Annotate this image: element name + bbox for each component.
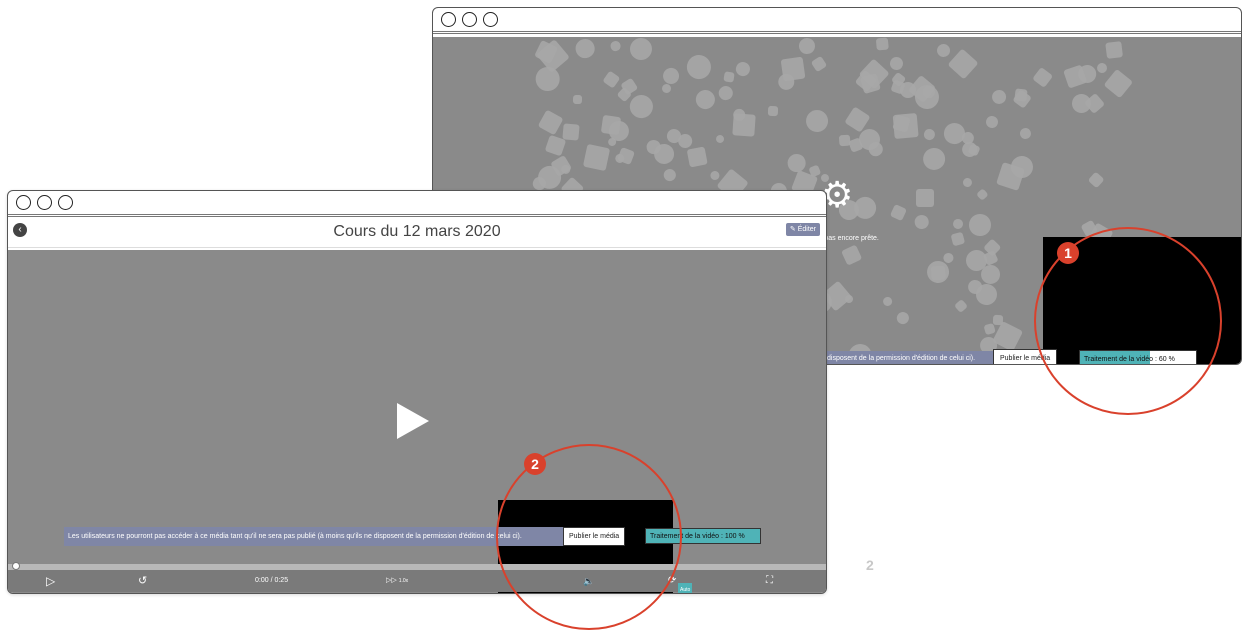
window-close-button[interactable]: [441, 12, 456, 27]
doodle-icon: [767, 106, 778, 117]
quality-badge: Auto: [678, 583, 693, 593]
doodle-icon: [582, 144, 611, 172]
doodle-icon: [535, 66, 561, 91]
doodle-icon: [629, 37, 653, 61]
doodle-icon: [602, 70, 620, 89]
doodle-icon: [734, 59, 752, 78]
window-minimize-button[interactable]: [37, 195, 52, 210]
player-controls: ▷ ↺ 0:00 / 0:25 ▷▷ 1.0x 🔈 ⟳ Auto ⛶: [8, 570, 826, 593]
doodle-icon: [1071, 93, 1092, 114]
doodle-icon: [890, 203, 907, 221]
doodle-icon: [808, 164, 822, 177]
doodle-icon: [936, 43, 951, 58]
doodle-icon: [983, 322, 996, 335]
window-minimize-button[interactable]: [462, 12, 477, 27]
doodle-icon: [850, 192, 881, 224]
doodle-icon: [894, 309, 912, 326]
doodle-icon: [950, 232, 966, 247]
doodle-icon: [1096, 62, 1108, 74]
window-close-button[interactable]: [16, 195, 31, 210]
seek-handle[interactable]: [12, 562, 20, 570]
window-titlebar: [433, 8, 1241, 34]
speed-label: 1.0x: [398, 578, 409, 584]
media-header: ‹ Cours du 12 mars 2020 ✎ Éditer: [8, 217, 826, 248]
speed-icon: ▷▷: [386, 577, 397, 584]
doodle-icon: [716, 134, 725, 143]
doodle-icon: [716, 83, 736, 103]
doodle-icon: [1087, 171, 1106, 189]
doodle-icon: [780, 56, 806, 82]
doodle-icon: [600, 114, 622, 135]
doodle-icon: [686, 146, 709, 169]
front-window: ‹ Cours du 12 mars 2020 ✎ Éditer Les uti…: [7, 190, 827, 594]
doodle-icon: [916, 189, 934, 207]
page-title: Cours du 12 mars 2020: [333, 223, 501, 240]
doodle-icon: [880, 295, 894, 309]
edit-button[interactable]: ✎ Éditer: [785, 223, 820, 236]
doodle-icon: [682, 51, 715, 83]
doodle-icon: [841, 244, 862, 265]
publish-warning-banner: Les utilisateurs ne pourront pas accéder…: [64, 527, 566, 546]
doodle-icon: [709, 170, 720, 181]
fullscreen-icon[interactable]: ⛶: [766, 574, 773, 588]
doodle-icon: [913, 214, 930, 231]
replay-icon[interactable]: ↺: [138, 574, 147, 588]
doodle-icon: [1105, 40, 1124, 59]
doodle-icon: [918, 143, 950, 175]
doodle-icon: [723, 71, 735, 84]
doodle-icon: [797, 37, 816, 55]
doodle-icon: [953, 298, 968, 313]
doodle-icon: [983, 113, 1001, 131]
doodle-icon: [562, 122, 580, 141]
doodle-icon: [975, 188, 989, 201]
stray-label: 2: [866, 557, 874, 573]
doodle-icon: [661, 166, 679, 183]
window-titlebar: [8, 191, 826, 217]
doodle-icon: [572, 94, 583, 105]
play-icon[interactable]: ▷: [46, 574, 55, 588]
speed-control[interactable]: ▷▷ 1.0x: [386, 574, 408, 588]
doodle-icon: [609, 40, 621, 52]
doodle-icon: [692, 85, 719, 113]
doodle-icon: [732, 113, 756, 137]
doodle-icon: [962, 177, 973, 189]
callout-lens-2: [496, 444, 682, 630]
doodle-icon: [838, 134, 851, 147]
doodle-icon: [1103, 68, 1133, 98]
doodle-icon: [921, 126, 937, 142]
doodle-icon: [887, 54, 906, 72]
edit-button-label: Éditer: [797, 226, 816, 233]
doodle-icon: [573, 37, 598, 60]
doodle-icon: [677, 132, 693, 149]
pencil-icon: ✎: [789, 226, 796, 233]
doodle-icon: [801, 105, 833, 137]
doodle-icon: [968, 213, 991, 236]
publish-warning-banner: disposent de la permission d'édition de …: [823, 351, 997, 364]
play-icon[interactable]: [397, 403, 429, 439]
doodle-icon: [786, 152, 807, 173]
callout-badge-1: 1: [1057, 242, 1079, 264]
doodle-icon: [1017, 125, 1034, 141]
doodle-icon: [1032, 67, 1054, 89]
doodle-icon: [947, 48, 979, 80]
window-maximize-button[interactable]: [58, 195, 73, 210]
callout-badge-2: 2: [524, 453, 546, 475]
doodle-icon: [875, 37, 889, 51]
time-display: 0:00 / 0:25: [255, 577, 289, 584]
doodle-icon: [810, 55, 828, 72]
window-maximize-button[interactable]: [483, 12, 498, 27]
doodle-icon: [988, 86, 1009, 107]
doodle-icon: [951, 217, 965, 232]
video-player[interactable]: Les utilisateurs ne pourront pas accéder…: [8, 250, 826, 593]
doodle-icon: [537, 109, 564, 136]
doodle-icon: [661, 84, 671, 94]
